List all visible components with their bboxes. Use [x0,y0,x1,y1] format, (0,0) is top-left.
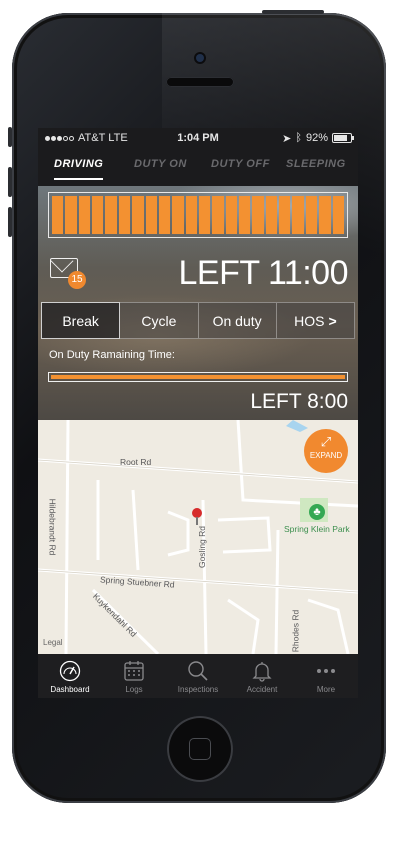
messages-badge: 15 [68,271,86,289]
progress-segment [225,196,238,234]
progress-segment [305,196,318,234]
bottom-nav: Dashboard Logs Inspections Accident More [38,654,358,698]
duty-tabs: DRIVING DUTY ON DUTY OFF SLEEPING [38,148,358,186]
map-label-gosling-rd: Gosling Rd [197,525,208,569]
subtab-hos[interactable]: HOS > [276,302,355,339]
map-label-rhodes-rd: Rhodes Rd [290,609,301,653]
battery-percent: 92% [305,132,328,144]
progress-segment [265,196,278,234]
nav-more[interactable]: More [294,654,358,698]
home-button[interactable] [167,716,233,782]
subtab-break[interactable]: Break [41,302,121,339]
expand-map-button[interactable]: ⤢ EXPAND [304,429,348,473]
battery-icon [332,133,354,143]
progress-segment [118,196,131,234]
mute-switch [8,127,12,147]
power-button [262,10,324,14]
gauge-icon [59,660,81,682]
map-view[interactable]: Root Rd Hildebrandt Rd Gosling Rd Spring… [38,420,358,654]
subtab-on-duty-label: On duty [212,312,262,329]
bluetooth-icon: ᛒ [295,132,302,144]
progress-segment [212,196,224,234]
volume-down-button [8,207,12,237]
driving-progress-bar [48,192,348,238]
volume-up-button [8,167,12,197]
map-label-root-rd: Root Rd [120,457,152,467]
nav-accident-label: Accident [246,685,278,694]
progress-segment [279,196,291,234]
nav-dashboard-label: Dashboard [50,685,90,694]
tab-driving[interactable]: DRIVING [54,158,104,180]
progress-segment [292,196,304,234]
progress-segment [92,196,104,234]
location-icon: ➤ [282,132,292,145]
progress-segment [132,196,144,234]
on-duty-progress-fill [51,375,345,379]
progress-segment [52,196,64,234]
nav-more-label: More [316,685,336,694]
tab-sleeping[interactable]: SLEEPING [286,158,346,170]
progress-segment [145,196,157,234]
calendar-icon [124,661,144,681]
progress-segment [105,196,117,234]
subtab-cycle-label: Cycle [141,312,177,329]
progress-segment [158,196,171,234]
progress-segment [65,196,77,234]
bell-icon [252,662,272,682]
progress-segment [78,196,91,234]
subtab-cycle[interactable]: Cycle [120,302,199,339]
nav-accident[interactable]: Accident [230,654,294,698]
nav-logs[interactable]: Logs [102,654,166,698]
progress-segment [172,196,184,234]
home-square-icon [189,738,211,760]
subtab-break-label: Break [62,312,99,329]
expand-label: EXPAND [309,451,343,460]
on-duty-time-left: LEFT 8:00 [250,390,348,413]
tab-duty-off[interactable]: DUTY OFF [211,158,270,170]
tab-duty-on[interactable]: DUTY ON [134,158,187,170]
subtab-hos-label: HOS [294,312,325,329]
app-screen: AT&T LTE 1:04 PM ➤ ᛒ 92% DRIVING DUTY ON… [38,128,358,698]
driving-panel: 15 LEFT 11:00 Break Cycle On duty HOS > O… [38,186,358,420]
progress-segment [252,196,264,234]
nav-logs-label: Logs [125,685,143,694]
progress-segment [198,196,211,234]
progress-segment [239,196,251,234]
on-duty-progress-bar [48,372,348,382]
progress-segment [332,196,344,234]
search-icon [188,661,208,681]
on-duty-remaining-label: On Duty Ramaining Time: [49,349,175,361]
progress-segment [319,196,331,234]
battery-fill [334,135,347,141]
earpiece-speaker [166,77,234,87]
progress-segments [52,196,344,234]
location-pin-icon[interactable] [192,508,202,525]
map-label-hildebrandt-rd: Hildebrandt Rd [47,498,58,556]
map-label-park: Spring Klein Park [284,524,350,534]
hos-subtabs: Break Cycle On duty HOS > [41,302,355,339]
nav-inspections[interactable]: Inspections [166,654,230,698]
subtab-on-duty[interactable]: On duty [198,302,277,339]
progress-segment [185,196,197,234]
expand-arrows-icon: ⤢ [320,434,332,449]
chevron-right-icon: > [328,312,337,329]
nav-dashboard[interactable]: Dashboard [38,654,102,698]
more-icon [317,669,335,673]
nav-inspections-label: Inspections [177,685,219,694]
front-camera [196,54,204,62]
park-icon: ♣ [309,504,325,520]
status-bar: AT&T LTE 1:04 PM ➤ ᛒ 92% [38,128,358,148]
driving-time-left: LEFT 11:00 [178,254,348,292]
map-legal-link[interactable]: Legal [43,638,63,647]
